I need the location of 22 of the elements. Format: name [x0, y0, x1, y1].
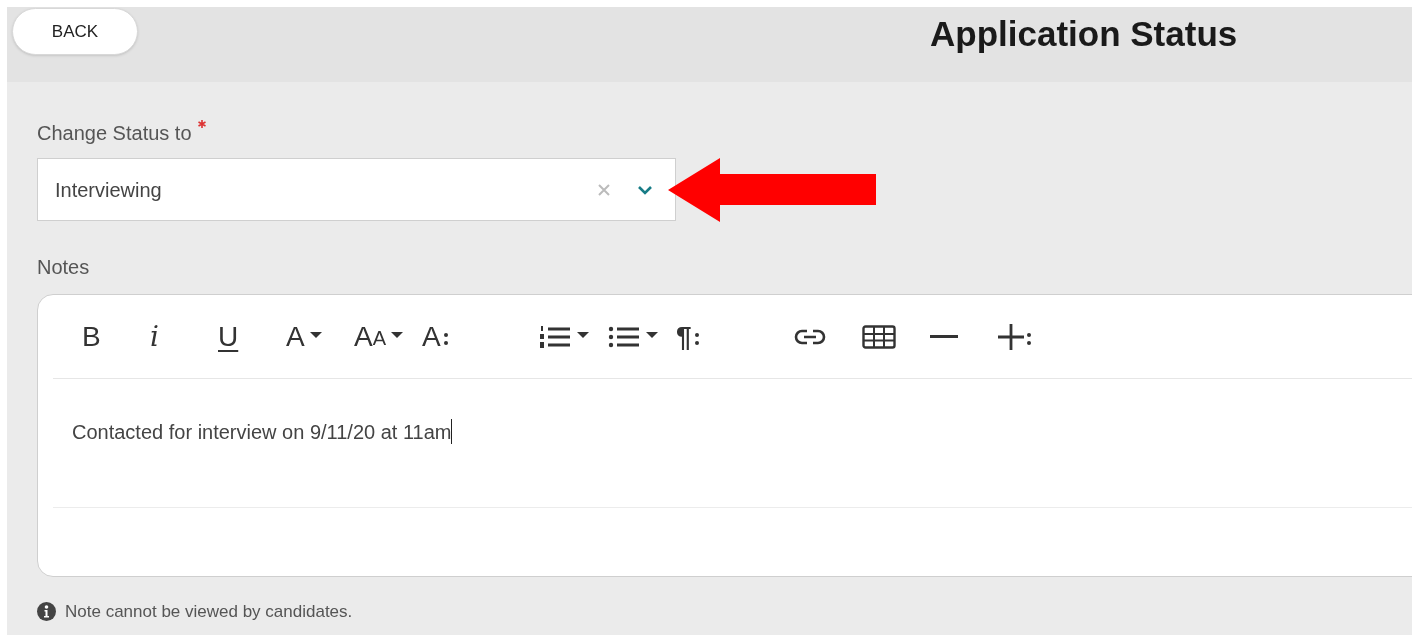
toolbar-button[interactable]: A [286, 316, 354, 357]
table-icon [862, 324, 896, 349]
info-icon [37, 602, 56, 622]
toolbar-button[interactable]: i [150, 316, 218, 357]
toolbar-button[interactable]: B [82, 316, 150, 357]
chevron-down-icon [637, 184, 653, 195]
rich-text-editor[interactable]: B i U A AA A ¶ Contacted for interview on 9/11/20 at 11am [37, 294, 1412, 577]
minus-icon [930, 335, 958, 338]
toolbar-button[interactable]: U [218, 316, 286, 357]
toolbar-button[interactable]: A [422, 316, 490, 357]
numbered-list-icon [540, 323, 572, 350]
toolbar-button[interactable]: ¶ [676, 316, 744, 357]
back-button[interactable]: BACK [12, 8, 138, 55]
status-dropdown[interactable]: Interviewing [37, 158, 676, 221]
field-label: Change Status to [37, 121, 192, 146]
link-icon [794, 328, 826, 345]
editor-text: Contacted for interview on 9/11/20 at 11am [72, 420, 452, 445]
plus-icon [998, 323, 1024, 350]
toolbar-button[interactable]: AA [354, 316, 422, 357]
hint-text: Note cannot be viewed by candidates. [65, 601, 353, 623]
field-label: Notes [37, 255, 91, 280]
page-title: Application Status [930, 13, 1238, 55]
